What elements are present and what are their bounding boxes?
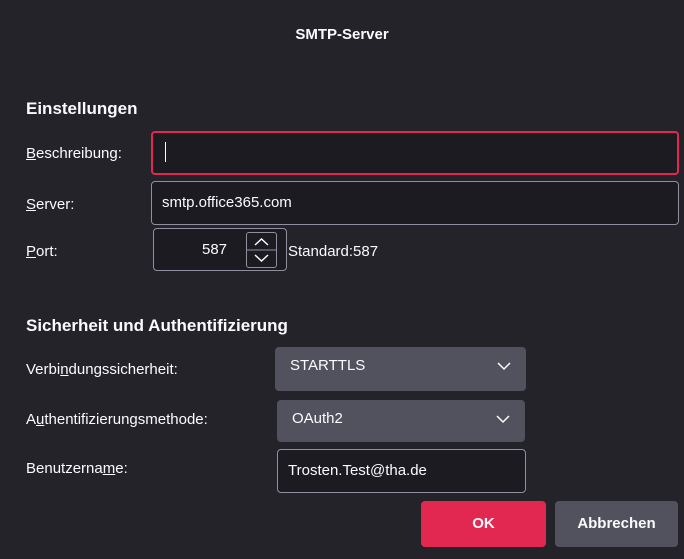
auth-method-value: OAuth2 [292,410,343,427]
connection-security-label: Verbindungssicherheit: [26,361,178,378]
settings-heading: Einstellungen [26,99,138,118]
description-input[interactable] [151,131,679,175]
server-label: Server: [26,196,75,213]
text-caret [165,142,166,162]
username-label: Benutzername: [26,460,128,477]
auth-method-select[interactable]: OAuth2 [277,400,525,442]
chevron-down-icon [496,415,510,424]
cancel-button[interactable]: Abbrechen [555,501,678,547]
connection-security-value: STARTTLS [290,357,366,374]
spinner-arrows-icon [247,237,276,263]
dialog-title: SMTP-Server [295,26,389,43]
connection-security-select[interactable]: STARTTLS [275,347,526,391]
port-label: Port: [26,243,58,260]
port-spinner[interactable] [246,232,277,268]
port-value: 587 [202,241,228,258]
port-input[interactable]: 587 [153,228,287,271]
security-heading: Sicherheit und Authentifizierung [26,316,288,335]
username-input[interactable]: Trosten.Test@tha.de [277,449,526,493]
server-input[interactable]: smtp.office365.com [151,181,679,225]
port-default-text: Standard:587 [288,243,379,260]
chevron-down-icon [497,362,511,371]
ok-button[interactable]: OK [421,501,546,547]
auth-method-label: Authentifizierungsmethode: [26,411,208,428]
description-label: Beschreibung: [26,145,122,162]
